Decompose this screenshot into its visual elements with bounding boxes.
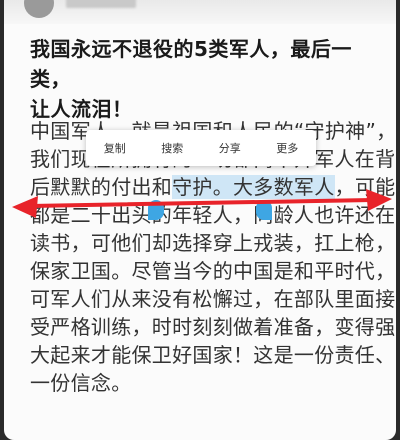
phone-frame: 我国永远不退役的5类军人，最后一类， 让人流泪！ 中国军人，就是祖国和人民的“守… xyxy=(0,0,400,440)
double-arrow-annotation xyxy=(12,189,392,218)
left-arrowhead-icon xyxy=(12,196,38,218)
arrow-line xyxy=(28,198,374,208)
right-arrowhead-icon xyxy=(366,189,392,211)
